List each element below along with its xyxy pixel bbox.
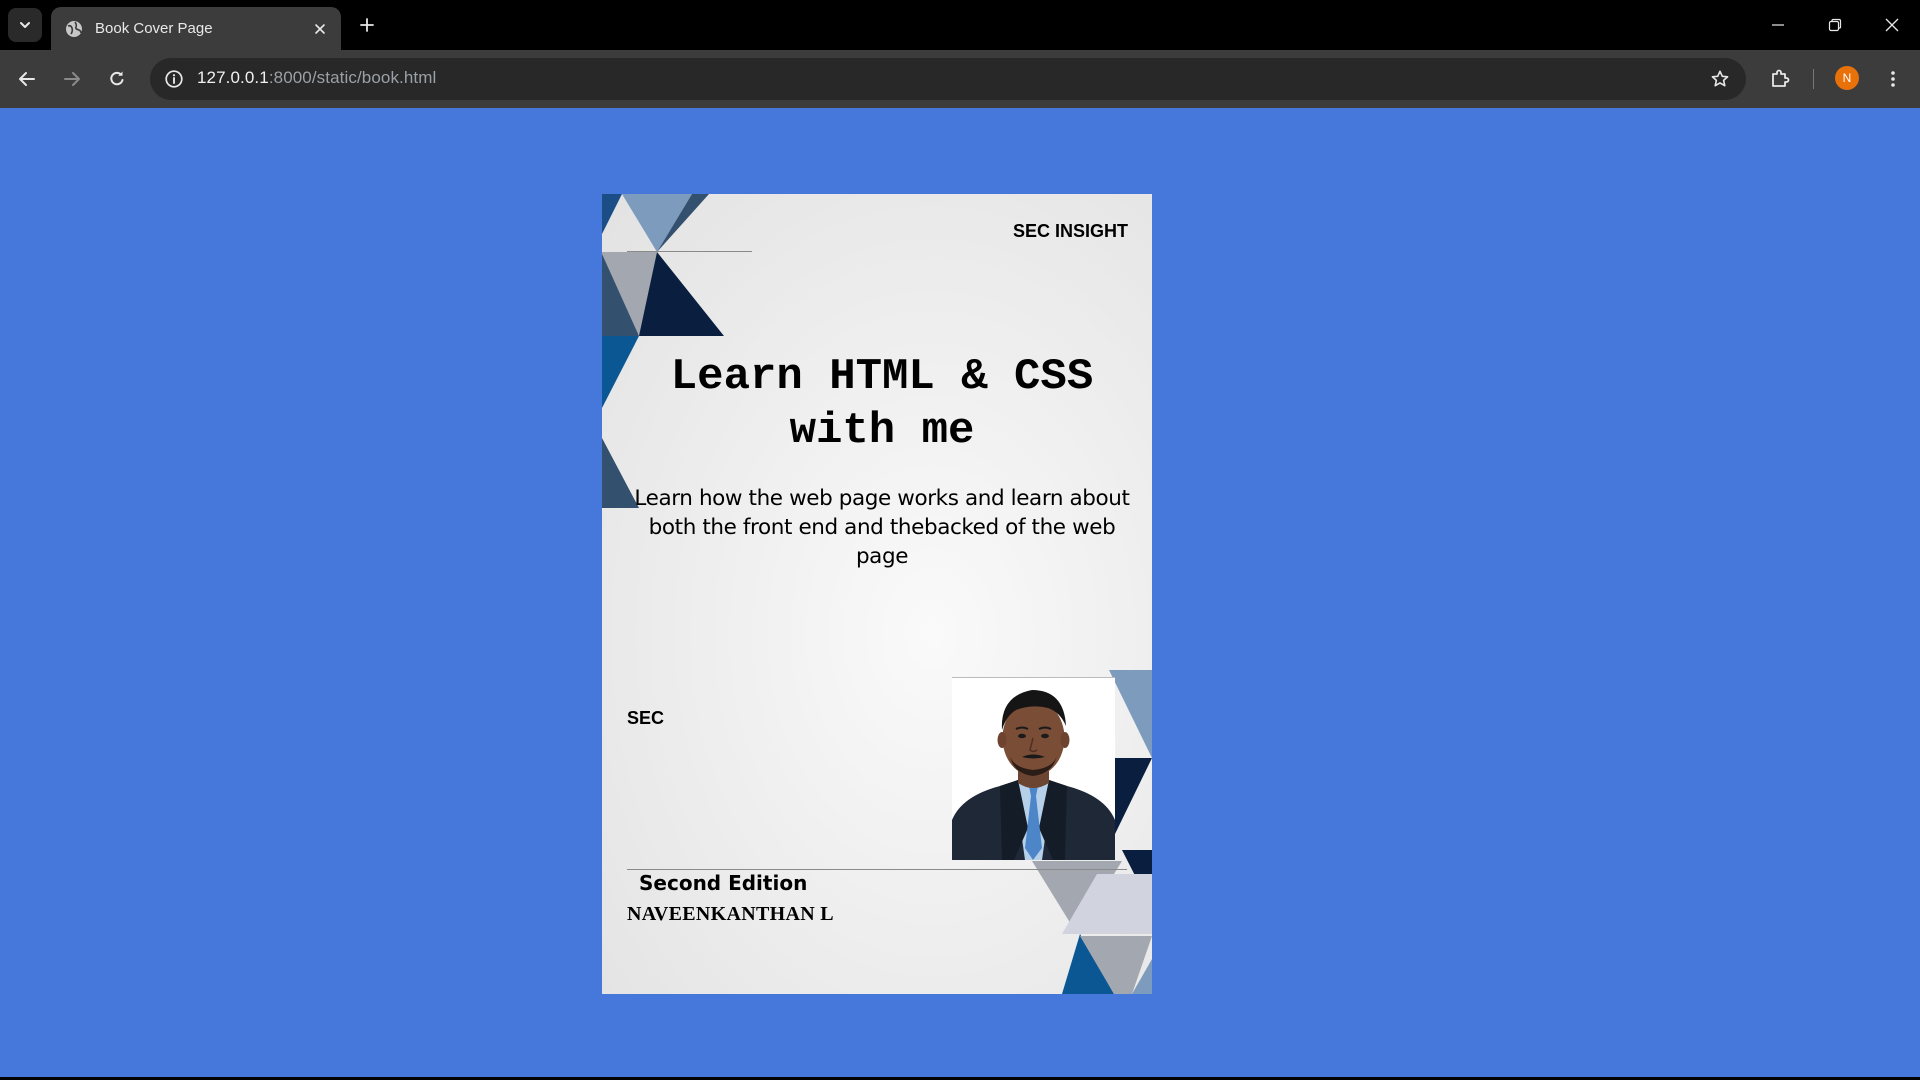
tab-title: Book Cover Page [95,20,213,37]
book-title: Learn HTML & CSS with me [632,350,1132,458]
author-photo [952,678,1115,860]
book-cover: SEC INSIGHT Learn HTML & CSS with me Lea… [602,194,1152,994]
tab-strip: Book Cover Page [0,0,1920,50]
browser-toolbar: 127.0.0.1:8000/static/book.html N [0,50,1920,108]
url-host: 127.0.0.1 [197,68,269,87]
minimize-icon [1771,24,1784,26]
arrow-right-icon [64,72,80,86]
close-tab-icon[interactable] [311,20,329,38]
extensions-button[interactable] [1764,63,1796,95]
toolbar-separator [1813,69,1814,89]
edition-label: Second Edition [639,871,808,895]
top-divider [627,251,752,252]
bookmark-star-icon[interactable] [1708,67,1732,91]
forward-button[interactable] [56,63,88,95]
globe-icon [65,20,83,38]
page-viewport: SEC INSIGHT Learn HTML & CSS with me Lea… [0,108,1920,1077]
window-controls [1749,0,1920,50]
book-title-line1: Learn HTML & CSS [670,352,1094,402]
tab-search-button[interactable] [8,8,42,42]
book-title-line2: with me [789,406,975,456]
restore-button[interactable] [1806,0,1863,50]
url-text: 127.0.0.1:8000/static/book.html [197,68,436,88]
author-name: NAVEENKANTHAN L [627,903,834,925]
close-icon [1885,18,1898,32]
publisher-name: SEC INSIGHT [1012,221,1128,241]
browser-tab-active[interactable]: Book Cover Page [51,7,341,50]
puzzle-icon [1772,69,1790,87]
book-subtitle: Learn how the web page works and learn a… [634,486,1130,569]
url-path: :8000/static/book.html [268,68,437,87]
profile-avatar[interactable]: N [1835,66,1859,90]
back-button[interactable] [11,63,43,95]
bottom-divider [627,869,1127,870]
reload-button[interactable] [101,63,133,95]
arrow-left-icon [19,72,35,86]
kebab-menu-icon [1891,71,1895,87]
close-window-button[interactable] [1863,0,1920,50]
imprint-label: SEC [627,708,665,728]
site-info-icon[interactable] [162,67,186,91]
minimize-button[interactable] [1749,0,1806,50]
address-bar[interactable]: 127.0.0.1:8000/static/book.html [150,58,1746,100]
restore-icon [1828,18,1841,32]
author-portrait-image [952,678,1115,860]
plus-icon [360,18,374,32]
chevron-down-icon [20,22,30,28]
reload-icon [110,71,124,86]
new-tab-button[interactable] [354,12,380,38]
browser-menu-button[interactable] [1877,63,1909,95]
